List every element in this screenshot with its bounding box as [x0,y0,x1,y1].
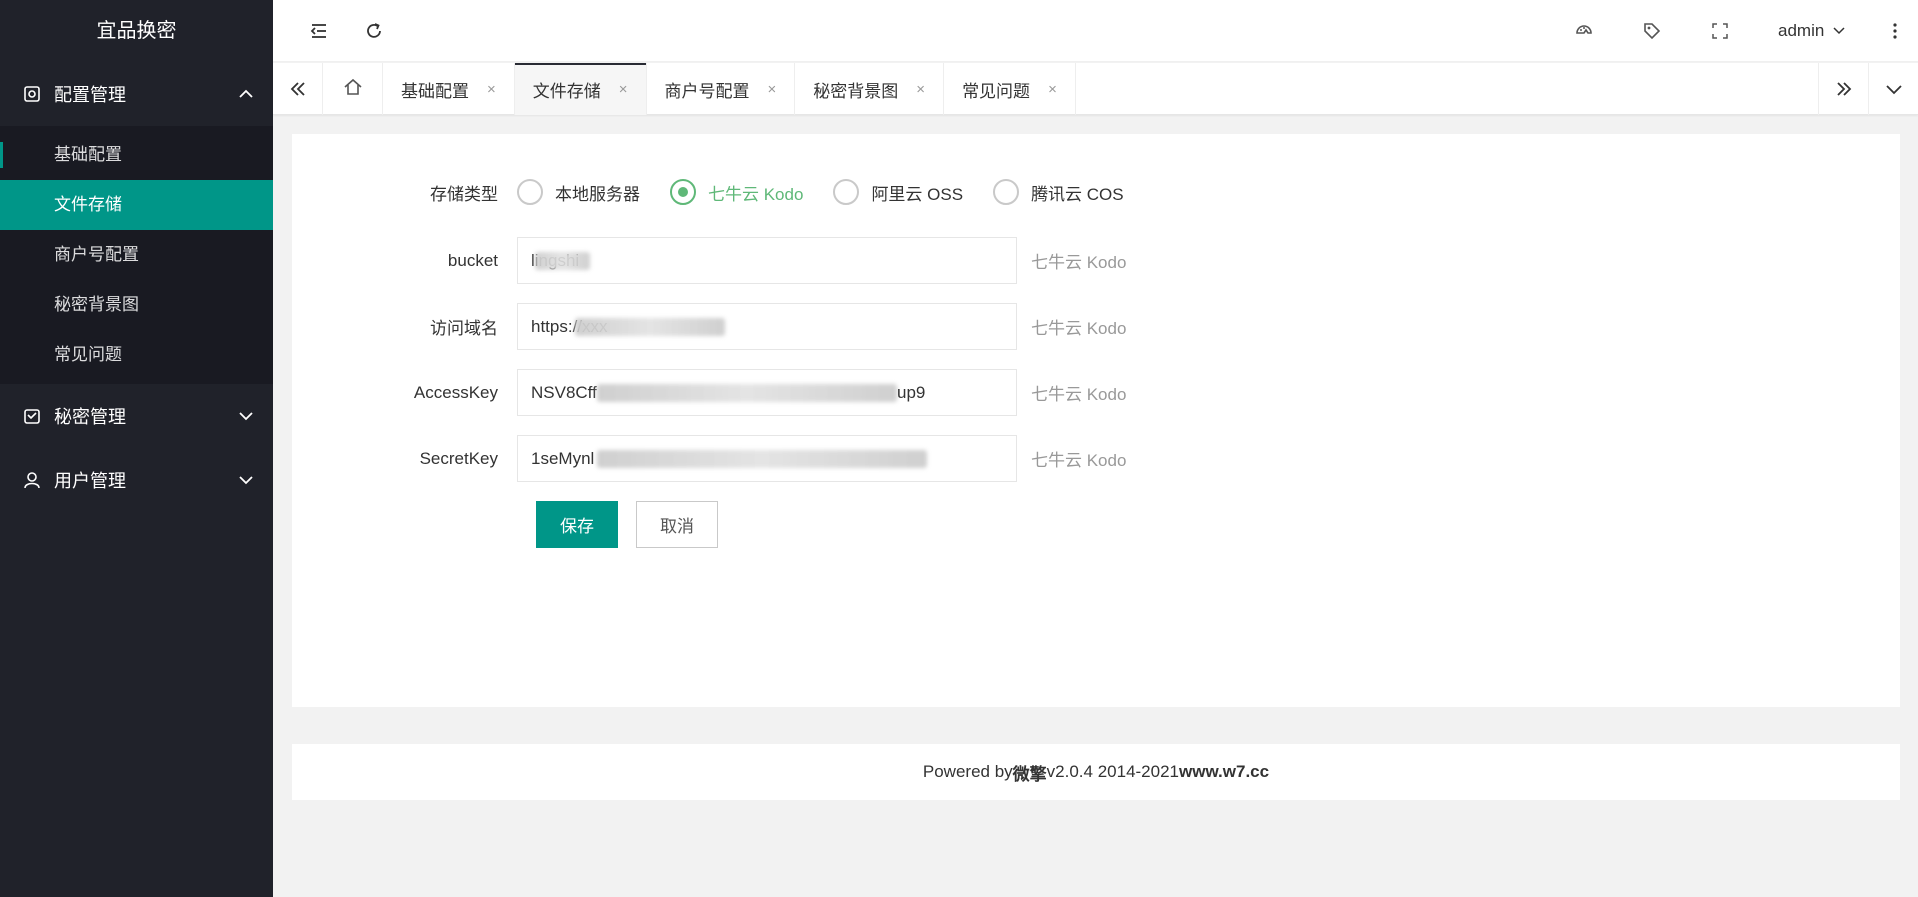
tab-label: 商户号配置 [664,81,750,101]
sidebar-group-label: 秘密管理 [54,407,126,427]
form-label: 访问域名 [430,319,498,338]
tab-faq[interactable]: 常见问题 × [944,63,1076,115]
tab-label: 基础配置 [401,81,469,101]
tab-home[interactable] [323,63,383,115]
close-icon[interactable]: × [916,81,925,98]
form-row-bucket: bucket 七牛云 Kodo [292,237,1126,284]
form-label: AccessKey [413,382,498,402]
footer-prefix: Powered by [922,762,1013,781]
tab-label: 文件存储 [532,81,601,101]
footer-site-link[interactable]: www.w7.cc [1179,762,1269,782]
form-label: SecretKey [419,448,498,468]
blur-mask [575,318,725,336]
radio-circle [670,179,696,205]
radio-label: 阿里云 OSS [871,184,964,204]
theme-icon[interactable] [1562,0,1606,62]
sidebar-item-basic-config[interactable]: 基础配置 [0,130,273,180]
radio-label: 腾讯云 COS [1031,184,1124,204]
menu-fold-icon[interactable] [297,0,341,62]
tabs-scroll-left-icon[interactable] [273,63,323,115]
radio-circle [993,179,1020,205]
more-icon[interactable] [1873,0,1917,62]
home-icon [343,77,363,102]
tab-bar: 基础配置 × 文件存储 × 商户号配置 × 秘密背景图 × 常见问题 × [273,63,1918,115]
close-icon[interactable]: × [768,81,777,98]
sidebar-group-user[interactable]: 用户管理 [0,448,273,512]
form-row-storage-type: 存储类型 本地服务器 七牛云 Kodo 阿里云 OSS 腾讯云 COS [292,179,1154,205]
fullscreen-icon[interactable] [1698,0,1742,62]
blur-mask [597,450,927,468]
chevron-down-icon [1832,24,1846,38]
radio-circle [833,179,860,205]
radio-circle [517,179,543,205]
sidebar-item-secret-background[interactable]: 秘密背景图 [0,280,273,330]
save-button[interactable]: 保存 [536,501,618,548]
radio-label: 本地服务器 [555,184,640,204]
footer-brand: 微擎 [1012,764,1047,784]
sidebar-item-faq[interactable]: 常见问题 [0,330,273,380]
storage-config-card: 存储类型 本地服务器 七牛云 Kodo 阿里云 OSS 腾讯云 COS buck… [292,134,1900,707]
field-hint: 七牛云 Kodo [1031,319,1127,338]
input-wrap: up9 [517,369,1017,416]
radio-tencent-cos[interactable]: 腾讯云 COS [993,179,1124,205]
footer: Powered by 微擎 v2.0.4 2014-2021 www.w7.cc [292,744,1900,800]
input-wrap [517,303,1017,350]
sidebar: 宜品换密 配置管理 基础配置 文件存储 商户号配置 秘密背景图 常见问题 秘密管… [0,0,273,897]
close-icon[interactable]: × [487,81,496,98]
tabs-scroll-right-icon[interactable] [1818,63,1868,115]
field-hint: 七牛云 Kodo [1031,451,1127,470]
input-wrap [517,237,1017,284]
close-icon[interactable]: × [1048,81,1057,98]
tab-list: 基础配置 × 文件存储 × 商户号配置 × 秘密背景图 × 常见问题 × [323,63,1076,115]
tab-merchant-config[interactable]: 商户号配置 × [647,63,796,115]
sidebar-group-label: 配置管理 [54,85,126,105]
form-label: bucket [447,250,498,270]
close-icon[interactable]: × [619,81,628,98]
sidebar-item-merchant-config[interactable]: 商户号配置 [0,230,273,280]
bucket-input[interactable] [517,237,1017,284]
blur-mask [535,252,590,270]
form-row-accesskey: AccessKey up9 七牛云 Kodo [292,369,1126,416]
sidebar-submenu-config: 基础配置 文件存储 商户号配置 秘密背景图 常见问题 [0,126,273,384]
user-menu[interactable]: admin [1778,0,1846,62]
refresh-icon[interactable] [352,0,396,62]
chevron-down-icon [237,471,255,489]
form-actions: 保存 取消 [536,501,718,548]
message-icon [22,406,42,426]
blur-mask [597,384,897,402]
sidebar-item-file-storage[interactable]: 文件存储 [0,180,273,230]
sidebar-group-config[interactable]: 配置管理 [0,62,273,126]
radio-aliyun-oss[interactable]: 阿里云 OSS [833,179,963,205]
settings-icon [22,84,42,104]
field-hint: 七牛云 Kodo [1031,253,1127,272]
sidebar-group-label: 用户管理 [54,471,126,491]
tab-label: 秘密背景图 [813,81,899,101]
user-icon [22,470,42,490]
form-row-domain: 访问域名 七牛云 Kodo [292,303,1126,350]
input-wrap [517,435,1017,482]
app-logo-title: 宜品换密 [0,0,273,62]
top-header: admin [273,0,1918,62]
chevron-down-icon [237,407,255,425]
footer-version: v2.0.4 2014-2021 [1046,762,1180,781]
form-row-secretkey: SecretKey 七牛云 Kodo [292,435,1126,482]
tab-secret-background[interactable]: 秘密背景图 × [795,63,945,115]
form-label: 存储类型 [430,184,498,204]
username: admin [1778,21,1825,40]
tab-file-storage[interactable]: 文件存储 × [514,63,647,115]
accesskey-visible-tail: up9 [897,383,926,402]
tabs-dropdown-icon[interactable] [1868,63,1918,115]
tab-basic-config[interactable]: 基础配置 × [383,63,515,115]
radio-qiniu-kodo[interactable]: 七牛云 Kodo [670,179,803,205]
radio-local-server[interactable]: 本地服务器 [517,179,640,205]
chevron-up-icon [237,85,255,103]
radio-label: 七牛云 Kodo [708,184,804,204]
storage-type-radio-group: 本地服务器 七牛云 Kodo 阿里云 OSS 腾讯云 COS [517,179,1154,205]
cancel-button[interactable]: 取消 [636,501,718,548]
field-hint: 七牛云 Kodo [1031,385,1127,404]
tag-icon[interactable] [1630,0,1674,62]
tab-label: 常见问题 [962,81,1031,101]
sidebar-group-secret[interactable]: 秘密管理 [0,384,273,448]
